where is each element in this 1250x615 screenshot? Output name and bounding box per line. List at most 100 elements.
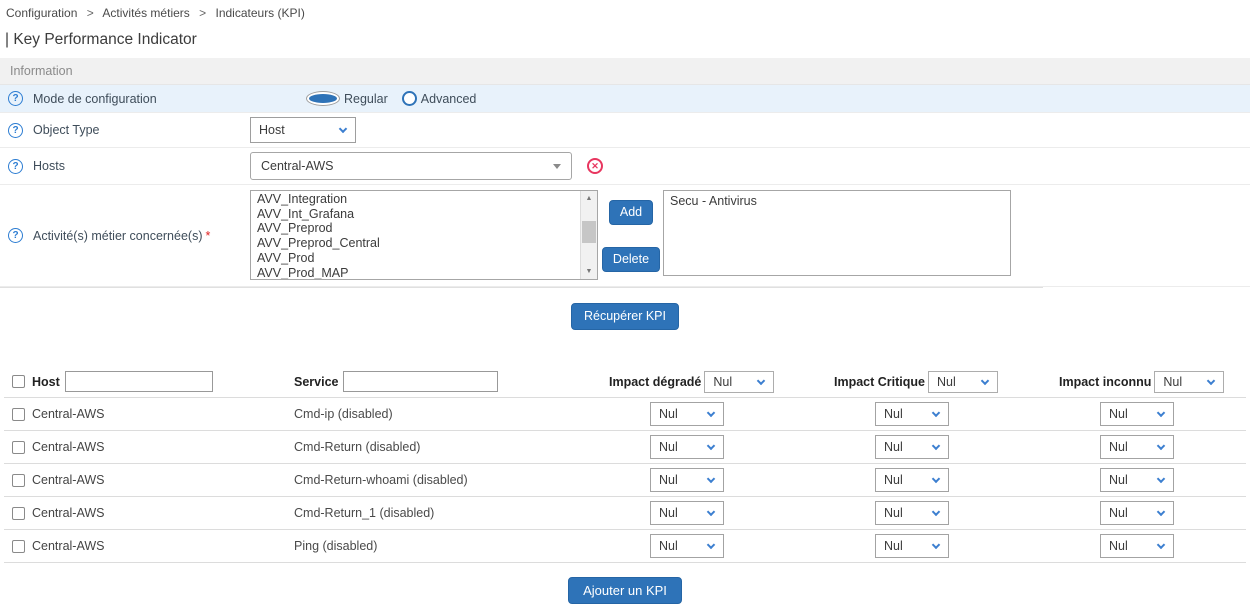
radio-advanced[interactable]: Advanced (402, 91, 477, 106)
impact-degraded-select[interactable]: Nul (650, 501, 724, 525)
list-item[interactable]: AVV_Prod (257, 251, 579, 266)
impact-unknown-select[interactable]: Nul (1100, 468, 1174, 492)
row-checkbox[interactable] (12, 474, 25, 487)
form-row-activities: ? Activité(s) métier concernée(s)* AVV_I… (0, 185, 1250, 287)
chevron-down-icon (707, 475, 715, 483)
impact-degraded-value: Nul (659, 473, 678, 487)
table-row: Central-AWS Cmd-Return_1 (disabled) Nul … (4, 497, 1246, 530)
impact-degraded-select[interactable]: Nul (650, 402, 724, 426)
breadcrumb-item-activites-metiers[interactable]: Activités métiers (102, 6, 189, 20)
row-checkbox[interactable] (12, 441, 25, 454)
help-icon[interactable]: ? (8, 123, 23, 138)
chevron-down-icon (1207, 376, 1215, 384)
row-impact-degraded-cell: Nul (602, 435, 827, 459)
impact-critical-select[interactable]: Nul (875, 402, 949, 426)
chevron-down-icon (707, 442, 715, 450)
row-host-cell: Central-AWS (30, 407, 292, 421)
row-impact-unknown-cell: Nul (1052, 468, 1246, 492)
radio-regular[interactable]: Regular (306, 91, 388, 106)
row-impact-critical-cell: Nul (827, 435, 1052, 459)
hosts-select[interactable]: Central-AWS (250, 152, 572, 180)
radio-advanced-label[interactable]: Advanced (421, 92, 477, 106)
impact-critical-value: Nul (884, 506, 903, 520)
help-icon[interactable]: ? (8, 159, 23, 174)
activities-label: Activité(s) métier concernée(s)* (33, 229, 210, 243)
add-button[interactable]: Add (609, 200, 653, 225)
list-item[interactable]: Secu - Antivirus (670, 194, 1004, 209)
add-kpi-button[interactable]: Ajouter un KPI (568, 577, 682, 604)
row-checkbox[interactable] (12, 540, 25, 553)
impact-critical-select[interactable]: Nul (875, 534, 949, 558)
row-impact-critical-cell: Nul (827, 501, 1052, 525)
row-impact-critical-cell: Nul (827, 468, 1052, 492)
impact-degraded-select[interactable]: Nul (650, 435, 724, 459)
row-service: Cmd-Return-whoami (disabled) (294, 473, 468, 487)
row-service-cell: Ping (disabled) (292, 539, 602, 553)
list-item[interactable]: AVV_Prod_MAP (257, 266, 579, 280)
row-checkbox[interactable] (12, 507, 25, 520)
chevron-down-icon (932, 409, 940, 417)
mode-radio-group: Regular Advanced (306, 91, 476, 106)
mode-label: Mode de configuration (33, 92, 157, 106)
service-filter-input[interactable] (343, 371, 498, 392)
object-type-select[interactable]: Host (250, 117, 356, 143)
kpi-table-body: Central-AWS Cmd-ip (disabled) Nul Nul Nu… (4, 398, 1246, 563)
list-item[interactable]: AVV_Integration (257, 192, 579, 207)
select-all-checkbox[interactable] (12, 375, 25, 388)
impact-degraded-filter-select[interactable]: Nul (704, 371, 774, 393)
clear-selection-icon[interactable]: ✕ (587, 158, 603, 174)
breadcrumb-item-indicateurs-kpi[interactable]: Indicateurs (KPI) (215, 6, 304, 20)
impact-unknown-select[interactable]: Nul (1100, 435, 1174, 459)
row-impact-unknown-cell: Nul (1052, 402, 1246, 426)
impact-unknown-filter-select[interactable]: Nul (1154, 371, 1224, 393)
impact-unknown-select[interactable]: Nul (1100, 402, 1174, 426)
chevron-down-icon (932, 475, 940, 483)
object-type-label: Object Type (33, 123, 99, 137)
impact-unknown-value: Nul (1109, 539, 1128, 553)
row-impact-degraded-cell: Nul (602, 501, 827, 525)
scrollbar-track[interactable] (581, 206, 597, 264)
row-checkbox[interactable] (12, 408, 25, 421)
row-host-cell: Central-AWS (30, 539, 292, 553)
impact-critical-select[interactable]: Nul (875, 468, 949, 492)
available-activities-items: AVV_IntegrationAVV_Int_GrafanaAVV_Prepro… (257, 192, 579, 280)
impact-degraded-select[interactable]: Nul (650, 468, 724, 492)
row-service-cell: Cmd-Return-whoami (disabled) (292, 473, 602, 487)
list-item[interactable]: AVV_Preprod (257, 221, 579, 236)
impact-critical-select[interactable]: Nul (875, 501, 949, 525)
impact-degraded-select[interactable]: Nul (650, 534, 724, 558)
scroll-down-icon[interactable]: ▼ (586, 264, 593, 279)
radio-regular-label[interactable]: Regular (344, 92, 388, 106)
breadcrumb-item-configuration[interactable]: Configuration (6, 6, 77, 20)
row-impact-unknown-cell: Nul (1052, 534, 1246, 558)
delete-button[interactable]: Delete (602, 247, 660, 272)
information-section-header: Information (0, 58, 1250, 85)
impact-critical-filter-select[interactable]: Nul (928, 371, 998, 393)
impact-critical-value: Nul (884, 473, 903, 487)
mode-controls: Regular Advanced (244, 91, 1250, 106)
list-item[interactable]: AVV_Int_Grafana (257, 207, 579, 222)
hosts-controls: Central-AWS ✕ (244, 152, 1250, 180)
scrollbar[interactable]: ▲ ▼ (580, 191, 597, 279)
host-filter-input[interactable] (65, 371, 213, 392)
impact-unknown-select[interactable]: Nul (1100, 501, 1174, 525)
help-icon[interactable]: ? (8, 228, 23, 243)
list-item[interactable]: AVV_Preprod_Central (257, 236, 579, 251)
available-activities-listbox[interactable]: AVV_IntegrationAVV_Int_GrafanaAVV_Prepro… (250, 190, 598, 280)
row-host: Central-AWS (32, 539, 104, 553)
row-checkbox-cell (4, 507, 30, 520)
hosts-label: Hosts (33, 159, 65, 173)
impact-critical-select[interactable]: Nul (875, 435, 949, 459)
impact-critical-label: Impact Critique (834, 375, 925, 389)
radio-selected-icon[interactable] (306, 91, 340, 106)
row-impact-degraded-cell: Nul (602, 468, 827, 492)
scroll-up-icon[interactable]: ▲ (586, 191, 593, 206)
row-service-cell: Cmd-Return (disabled) (292, 440, 602, 454)
retrieve-kpi-button[interactable]: Récupérer KPI (571, 303, 679, 330)
help-icon[interactable]: ? (8, 91, 23, 106)
selected-activities-listbox[interactable]: Secu - Antivirus (663, 190, 1011, 276)
impact-unknown-select[interactable]: Nul (1100, 534, 1174, 558)
scrollbar-thumb[interactable] (582, 221, 596, 243)
radio-unselected-icon[interactable] (402, 91, 417, 106)
impact-unknown-value: Nul (1109, 440, 1128, 454)
